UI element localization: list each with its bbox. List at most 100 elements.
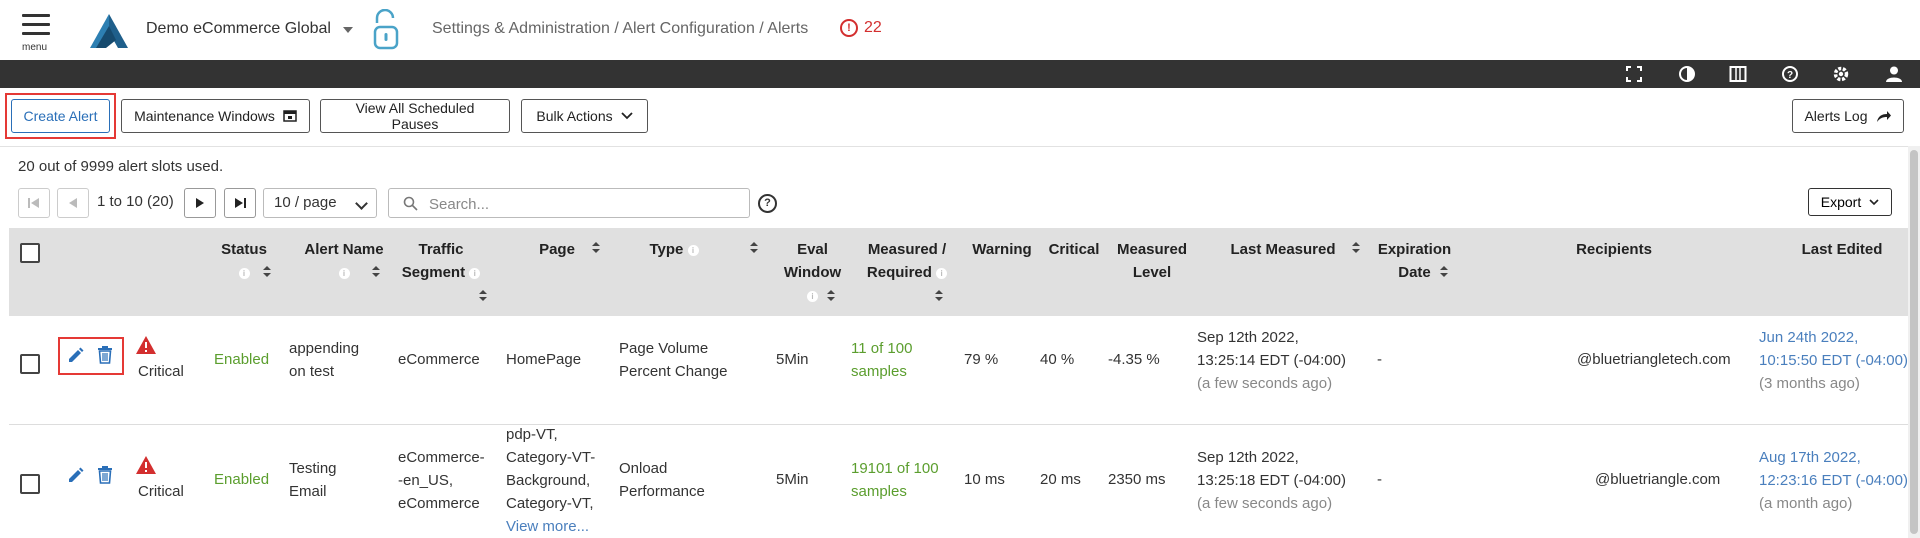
sort-icon[interactable] [592, 242, 600, 254]
last-edited-link[interactable]: Jun 24th 2022, [1759, 326, 1908, 349]
org-dropdown-caret-icon[interactable] [343, 27, 353, 33]
menu-icon[interactable] [22, 14, 50, 41]
eval-window-cell: 5Min [776, 351, 809, 368]
col-measured-level[interactable]: Measured Level [1109, 238, 1195, 284]
page-range: 1 to 10 (20) [97, 193, 174, 210]
user-icon[interactable] [1885, 65, 1903, 83]
sort-icon[interactable] [372, 266, 380, 278]
maintenance-windows-button[interactable]: Maintenance Windows [121, 99, 310, 133]
sort-icon[interactable] [750, 242, 758, 254]
traffic-line: eCommerce- [398, 449, 485, 466]
view-scheduled-pauses-button[interactable]: View All Scheduled Pauses [320, 99, 510, 133]
vertical-scrollbar[interactable] [1908, 146, 1920, 538]
info-icon[interactable]: i [338, 267, 350, 279]
type-cell: Onload Performance [619, 457, 705, 503]
export-button[interactable]: Export [1808, 188, 1892, 216]
contrast-icon[interactable] [1678, 65, 1696, 83]
col-measured-label-2: Required [866, 264, 932, 281]
alerts-log-button[interactable]: Alerts Log [1792, 99, 1904, 133]
prev-page-button[interactable] [57, 188, 89, 218]
sort-icon[interactable] [935, 290, 943, 302]
col-page[interactable]: Page [509, 238, 605, 261]
last-edited-link[interactable]: Aug 17th 2022, [1759, 446, 1908, 469]
col-traffic-segment[interactable]: Traffic Segment i [391, 238, 491, 284]
chevron-down-icon [355, 197, 368, 210]
view-more-link[interactable]: View more... [506, 515, 595, 538]
search-input[interactable] [427, 193, 741, 215]
last-measured-line: 13:25:14 EDT (-04:00) [1197, 352, 1346, 369]
chevron-down-icon [1869, 198, 1879, 205]
type-line: Page Volume [619, 340, 709, 357]
col-traffic-label-1: Traffic [418, 241, 464, 258]
critical-cell: 20 ms [1040, 471, 1081, 488]
row-checkbox[interactable] [20, 474, 40, 494]
search-box[interactable] [388, 188, 750, 218]
per-page-select[interactable]: 10 / page [263, 188, 377, 218]
col-level-label-1: Measured [1116, 241, 1188, 258]
help-icon[interactable]: ? [1781, 65, 1799, 83]
edit-icon[interactable] [67, 347, 84, 364]
alert-count-badge[interactable]: ! 22 [840, 19, 882, 37]
col-type[interactable]: Type i [619, 238, 729, 261]
col-alert-name[interactable]: Alert Name i [284, 238, 404, 284]
table-row[interactable]: Critical Enabled Testing Email eCommerce… [9, 425, 1909, 538]
last-measured-relative: (a few seconds ago) [1197, 495, 1333, 512]
menu-label: menu [22, 42, 48, 53]
critical-warning-icon [136, 456, 156, 474]
row-checkbox[interactable] [20, 354, 40, 374]
gear-icon[interactable] [1832, 65, 1850, 83]
info-icon[interactable]: i [687, 244, 699, 256]
bulk-actions-button[interactable]: Bulk Actions [521, 99, 648, 133]
columns-icon[interactable] [1729, 65, 1747, 83]
search-help-icon[interactable]: ? [758, 194, 777, 213]
col-traffic-label-2: Segment [401, 264, 466, 281]
sort-icon[interactable] [1352, 242, 1360, 254]
action-toolbar: Create Alert Maintenance Windows View Al… [0, 88, 1920, 147]
fullscreen-icon[interactable] [1625, 65, 1643, 83]
col-critical[interactable]: Critical [1040, 238, 1108, 261]
sort-icon[interactable] [1440, 266, 1448, 278]
traffic-segment-cell: eCommerce- -en_US, eCommerce [398, 446, 485, 515]
info-icon[interactable]: i [936, 267, 948, 279]
col-last-edited[interactable]: Last Edited [1767, 238, 1909, 261]
delete-icon[interactable] [97, 346, 113, 364]
status-value: Enabled [214, 471, 270, 488]
last-edited-link[interactable]: 10:15:50 EDT (-04:00) [1759, 349, 1908, 372]
last-edited-relative: (a month ago) [1759, 495, 1853, 512]
table-row[interactable]: Critical Enabled appending on test eComm… [9, 316, 1909, 425]
next-page-button[interactable] [184, 188, 216, 218]
select-all-checkbox[interactable] [20, 243, 40, 263]
sort-icon[interactable] [827, 290, 835, 302]
first-page-button[interactable] [18, 188, 50, 218]
alert-name-line: Testing [289, 460, 337, 477]
create-alert-button[interactable]: Create Alert [11, 99, 110, 133]
alert-count-value: 22 [864, 19, 882, 36]
last-page-button[interactable] [224, 188, 256, 218]
critical-cell: 40 % [1040, 351, 1075, 368]
col-eval-window[interactable]: Eval Window i [775, 238, 850, 307]
last-edited-cell[interactable]: Jun 24th 2022, 10:15:50 EDT (-04:00) (3 … [1759, 326, 1908, 395]
alert-name-cell[interactable]: Testing Email [289, 457, 337, 503]
info-icon[interactable]: i [807, 290, 818, 302]
info-icon[interactable]: i [238, 267, 250, 279]
unlock-icon[interactable] [372, 9, 400, 51]
col-warning[interactable]: Warning [964, 238, 1040, 261]
col-last-measured[interactable]: Last Measured [1199, 238, 1367, 261]
sort-icon[interactable] [479, 290, 487, 302]
measured-level-cell: 2350 ms [1108, 471, 1166, 488]
sort-icon[interactable] [263, 266, 271, 278]
type-cell: Page Volume Percent Change [619, 337, 727, 383]
col-recipients[interactable]: Recipients [1519, 238, 1709, 261]
last-edited-cell[interactable]: Aug 17th 2022, 12:23:16 EDT (-04:00) (a … [1759, 446, 1908, 515]
info-icon[interactable]: i [469, 267, 481, 279]
alert-name-cell[interactable]: appending on test [289, 337, 359, 383]
col-measured-required[interactable]: Measured / Required i [857, 238, 957, 284]
edit-icon[interactable] [67, 467, 84, 484]
delete-icon[interactable] [97, 466, 113, 484]
logo-icon[interactable] [88, 12, 130, 50]
page-cell: HomePage [506, 351, 582, 368]
last-edited-link[interactable]: 12:23:16 EDT (-04:00) [1759, 469, 1908, 492]
org-name[interactable]: Demo eCommerce Global [146, 20, 331, 38]
scrollbar-thumb[interactable] [1910, 150, 1918, 534]
recipients-cell: @bluetriangle.com [1595, 471, 1721, 488]
